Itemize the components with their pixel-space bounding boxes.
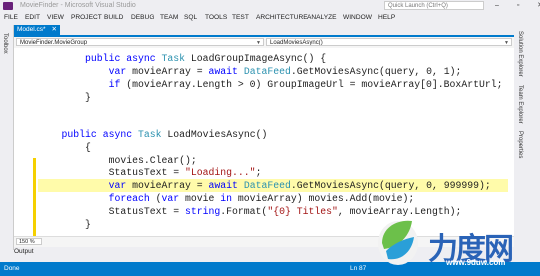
editor-margin bbox=[14, 48, 32, 236]
tab-model-cs[interactable]: Model.cs* ✕ bbox=[14, 25, 60, 35]
menu-debug[interactable]: DEBUG bbox=[131, 14, 154, 21]
code-line-12: } bbox=[85, 219, 91, 230]
menu-bar: FILE EDIT VIEW PROJECT BUILD DEBUG TEAM … bbox=[0, 12, 540, 25]
menu-tools[interactable]: TOOLS bbox=[205, 14, 227, 21]
member-dropdown-value: LoadMoviesAsync() bbox=[270, 40, 323, 46]
visual-studio-logo-icon bbox=[3, 2, 13, 10]
status-text: Done bbox=[4, 265, 20, 272]
watermark-url: www.9duw.com bbox=[446, 258, 506, 267]
toolbox-label[interactable]: Toolbox bbox=[2, 33, 8, 54]
window-controls[interactable]: – ▫ ✕ bbox=[495, 1, 540, 9]
menu-test[interactable]: TEST bbox=[232, 14, 249, 21]
menu-help[interactable]: HELP bbox=[378, 14, 395, 21]
tab-label: Model.cs* bbox=[17, 26, 46, 33]
title-bar: MovieFinder - Microsoft Visual Studio Qu… bbox=[0, 0, 540, 12]
menu-project[interactable]: PROJECT bbox=[71, 14, 102, 21]
code-line-9: var movieArray = await DataFeed.GetMovie… bbox=[108, 180, 491, 191]
code-line-6: { bbox=[85, 142, 91, 153]
class-dropdown[interactable]: MovieFinder.MovieGroup ▼ bbox=[16, 38, 264, 46]
toolbox-panel[interactable]: Toolbox bbox=[0, 25, 14, 250]
menu-team[interactable]: TEAM bbox=[160, 14, 178, 21]
team-explorer-tab[interactable]: Team Explorer bbox=[517, 85, 523, 124]
code-line-3: if (movieArray.Length > 0) GroupImageUrl… bbox=[108, 79, 503, 90]
quick-launch-input[interactable]: Quick Launch (Ctrl+Q) bbox=[384, 1, 484, 10]
code-line-10: foreach (var movie in movieArray) movies… bbox=[108, 193, 415, 204]
menu-sql[interactable]: SQL bbox=[184, 14, 197, 21]
class-dropdown-value: MovieFinder.MovieGroup bbox=[20, 40, 88, 46]
code-line-5: public async Task LoadMoviesAsync() bbox=[61, 129, 268, 140]
chevron-down-icon: ▼ bbox=[504, 40, 509, 46]
code-line-8: StatusText = "Loading..."; bbox=[108, 167, 262, 178]
code-editor[interactable]: public async Task LoadGroupImageAsync() … bbox=[14, 48, 514, 236]
code-line-1: public async Task LoadGroupImageAsync() … bbox=[85, 53, 327, 64]
chevron-down-icon: ▼ bbox=[256, 40, 261, 46]
right-panel-tabs: Solution Explorer Team Explorer Properti… bbox=[514, 25, 540, 250]
line-number-indicator: Ln 87 bbox=[350, 265, 367, 272]
close-tab-icon[interactable]: ✕ bbox=[52, 25, 57, 35]
properties-tab[interactable]: Properties bbox=[517, 131, 523, 158]
menu-window[interactable]: WINDOW bbox=[343, 14, 372, 21]
menu-analyze[interactable]: ANALYZE bbox=[307, 14, 337, 21]
menu-file[interactable]: FILE bbox=[4, 14, 18, 21]
code-line-2: var movieArray = await DataFeed.GetMovie… bbox=[108, 66, 462, 77]
zoom-dropdown[interactable]: 150 % bbox=[16, 238, 42, 245]
window-title: MovieFinder - Microsoft Visual Studio bbox=[20, 2, 136, 9]
menu-edit[interactable]: EDIT bbox=[25, 14, 40, 21]
changed-lines-marker bbox=[33, 158, 36, 236]
menu-view[interactable]: VIEW bbox=[47, 14, 64, 21]
solution-explorer-tab[interactable]: Solution Explorer bbox=[517, 31, 523, 77]
watermark-leaf-logo-icon bbox=[378, 220, 418, 265]
member-dropdown[interactable]: LoadMoviesAsync() ▼ bbox=[266, 38, 512, 46]
menu-architecture[interactable]: ARCHITECTURE bbox=[256, 14, 308, 21]
output-tab[interactable]: Output bbox=[14, 248, 34, 258]
menu-build[interactable]: BUILD bbox=[104, 14, 123, 21]
code-line-4: } bbox=[85, 92, 91, 103]
